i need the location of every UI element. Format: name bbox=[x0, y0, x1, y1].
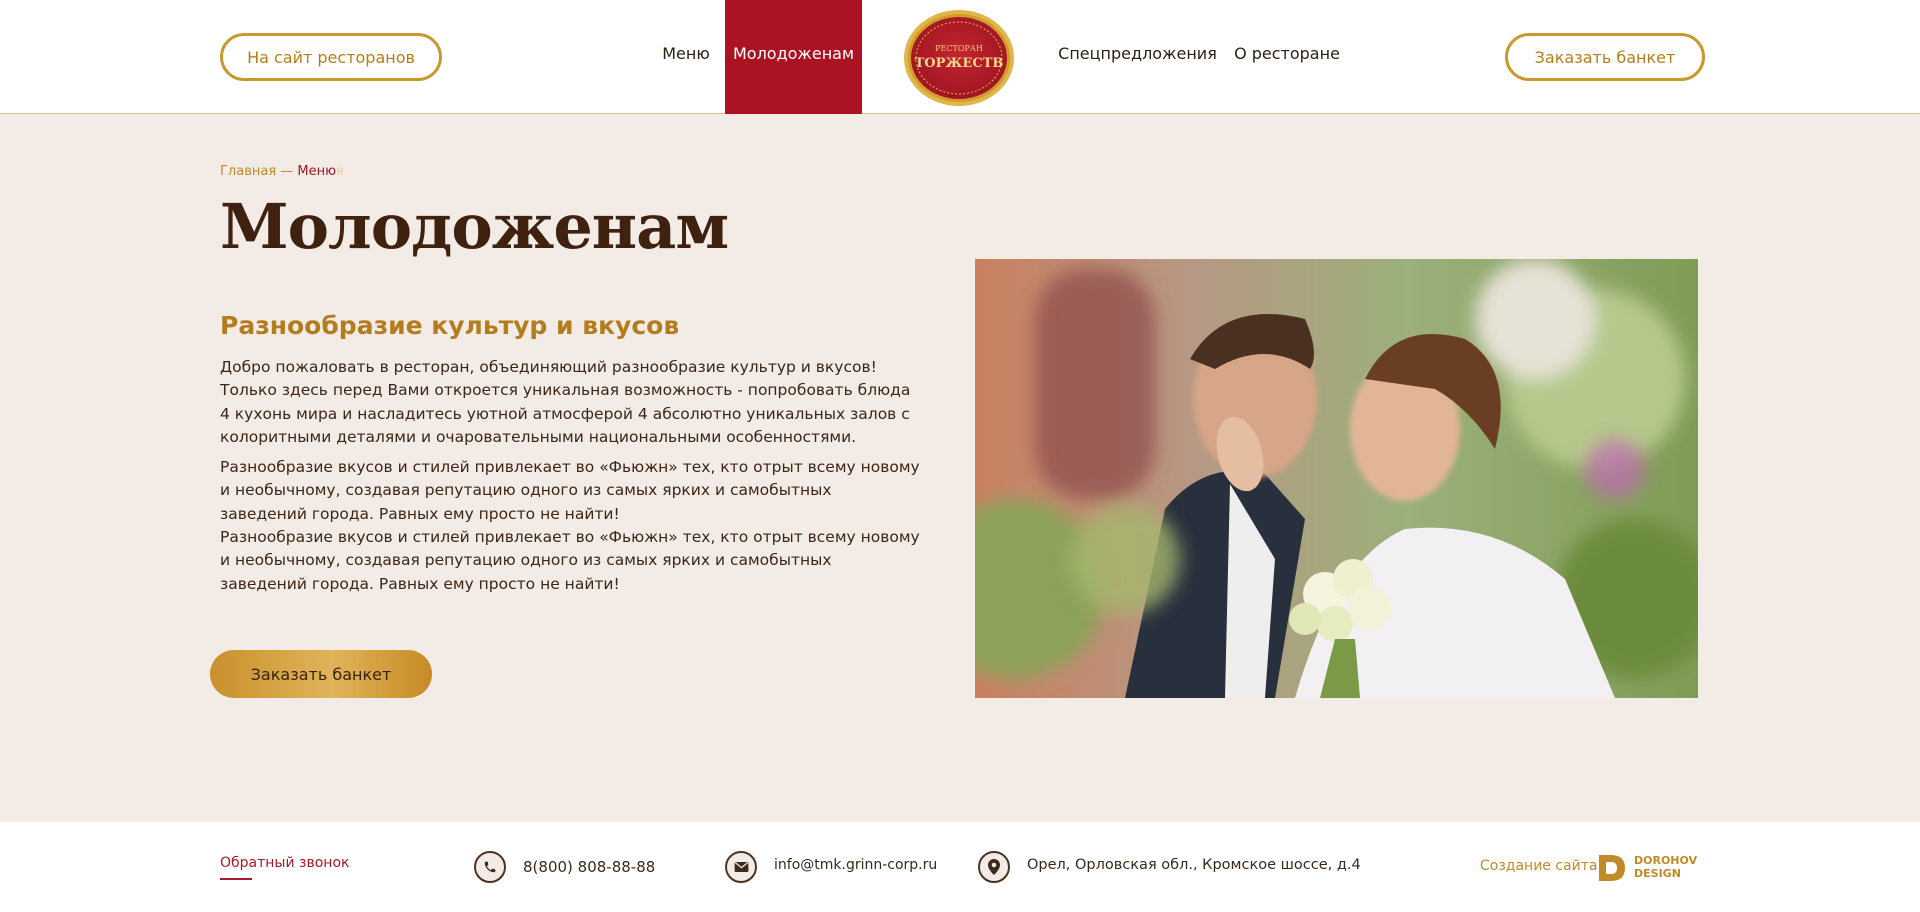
restaurants-site-button[interactable]: На сайт ресторанов bbox=[220, 33, 442, 81]
restaurant-logo[interactable]: РЕСТОРАН ТОРЖЕСТВ bbox=[903, 9, 1015, 107]
order-banquet-header-button[interactable]: Заказать банкет bbox=[1505, 33, 1705, 81]
location-pin-icon bbox=[978, 851, 1010, 883]
breadcrumb-home[interactable]: Главная bbox=[220, 164, 276, 179]
site-footer: Обратный звонок 8(800) 808-88-88 info@tm… bbox=[0, 822, 1920, 912]
logo-main-text: ТОРЖЕСТВ bbox=[915, 56, 1004, 71]
order-banquet-button[interactable]: Заказать банкет bbox=[210, 650, 432, 698]
wedding-couple-photo bbox=[975, 259, 1698, 698]
email-link[interactable]: info@tmk.grinn-corp.ru bbox=[774, 857, 937, 873]
site-credit-text: Создание сайта - bbox=[1480, 858, 1607, 874]
breadcrumb: Главная — Менюя bbox=[220, 164, 344, 179]
description-paragraph-repeat: Разнообразие вкусов и стилей привлекает … bbox=[220, 528, 920, 593]
studio-name[interactable]: DOROHOV DESIGN bbox=[1634, 854, 1697, 880]
breadcrumb-separator: — bbox=[276, 164, 298, 179]
breadcrumb-current[interactable]: Меню bbox=[297, 164, 336, 179]
logo-top-text: РЕСТОРАН bbox=[935, 44, 983, 53]
studio-name-line1: DOROHOV bbox=[1634, 854, 1698, 867]
nav-item-about[interactable]: О ресторане bbox=[1232, 0, 1342, 114]
phone-icon bbox=[474, 851, 506, 883]
intro-paragraph: Добро пожаловать в ресторан, объединяющи… bbox=[220, 358, 911, 446]
page-title: Молодоженам bbox=[220, 190, 729, 263]
phone-number-link[interactable]: 8(800) 808-88-88 bbox=[523, 858, 655, 876]
mail-icon bbox=[725, 851, 757, 883]
section-subtitle: Разнообразие культур и вкусов bbox=[220, 311, 680, 340]
site-header: На сайт ресторанов Меню Молодоженам РЕСТ… bbox=[0, 0, 1920, 114]
address-text: Орел, Орловская обл., Кромское шоссе, д.… bbox=[1027, 857, 1361, 873]
dorohov-design-logo-icon[interactable] bbox=[1597, 853, 1629, 883]
callback-link[interactable]: Обратный звонок bbox=[220, 855, 349, 871]
nav-item-special-offers[interactable]: Спецпредложения bbox=[1058, 0, 1217, 114]
breadcrumb-ghost-text: я bbox=[336, 164, 344, 179]
studio-name-line2: DESIGN bbox=[1634, 867, 1681, 880]
description-paragraph: Разнообразие вкусов и стилей привлекает … bbox=[220, 458, 920, 523]
nav-item-menu[interactable]: Меню bbox=[655, 0, 717, 114]
callback-underline bbox=[220, 878, 252, 880]
nav-item-newlyweds[interactable]: Молодоженам bbox=[725, 0, 862, 114]
